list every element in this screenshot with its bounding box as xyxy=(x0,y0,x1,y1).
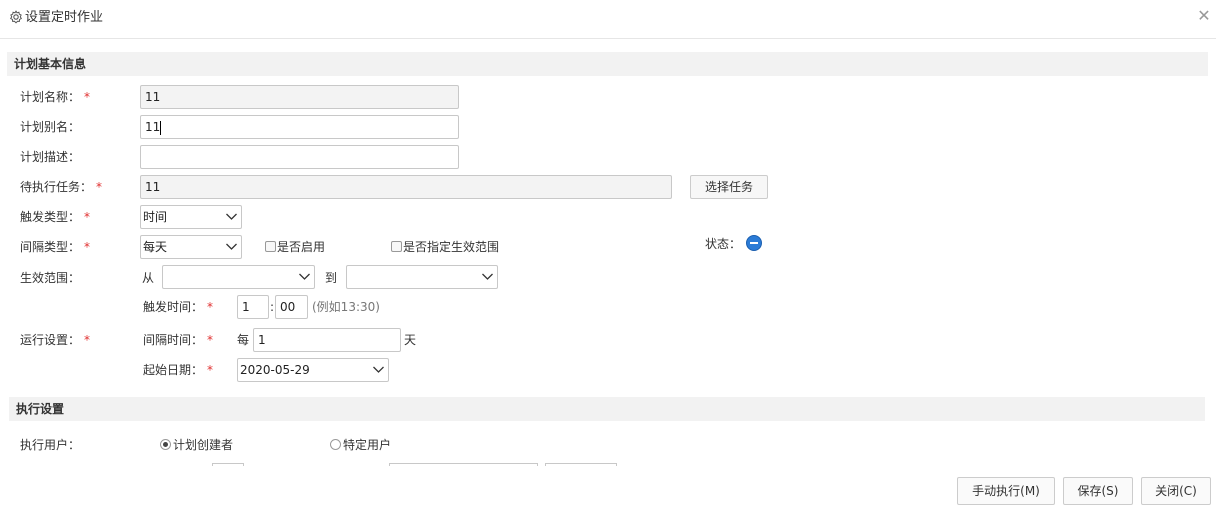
plan-name-input[interactable]: 11 xyxy=(140,85,459,109)
section-basic-info: 计划基本信息 xyxy=(7,52,1208,76)
pending-task-label: 待执行任务： * xyxy=(20,180,103,194)
range-to-text: 到 xyxy=(325,271,338,285)
save-button[interactable]: 保存(S) xyxy=(1063,477,1133,505)
start-date-select[interactable]: 2020-05-29 xyxy=(237,358,389,382)
time-separator: : xyxy=(270,300,275,314)
start-date-value: 2020-05-29 xyxy=(240,363,310,377)
status-label: 状态： xyxy=(705,237,742,251)
section-exec-title: 执行设置 xyxy=(16,402,65,416)
trigger-type-value: 时间 xyxy=(143,210,168,224)
range-from-select[interactable] xyxy=(162,265,315,289)
chevron-down-icon xyxy=(226,213,237,220)
trigger-type-label: 触发类型： * xyxy=(20,210,91,224)
close-icon[interactable]: ✕ xyxy=(1196,8,1212,24)
dialog-title: 设置定时作业 xyxy=(25,10,104,25)
section-exec-settings: 执行设置 xyxy=(9,397,1205,421)
chevron-down-icon xyxy=(226,243,237,250)
plan-alias-label: 计划别名： xyxy=(20,120,81,134)
plan-name-label: 计划名称： * xyxy=(20,90,91,104)
text-cursor xyxy=(160,120,162,135)
range-from-text: 从 xyxy=(142,271,155,285)
radio-specific-user-label: 特定用户 xyxy=(343,438,392,452)
range-to-select[interactable] xyxy=(346,265,498,289)
range-checkbox-label: 是否指定生效范围 xyxy=(403,240,500,254)
trigger-hour-input[interactable]: 1 xyxy=(237,295,269,319)
plan-alias-input[interactable]: 11 xyxy=(140,115,459,139)
radio-plan-creator[interactable] xyxy=(160,439,171,450)
run-settings-label: 运行设置： * xyxy=(20,333,91,347)
status-toggle[interactable] xyxy=(746,235,762,251)
interval-type-label: 间隔类型： * xyxy=(20,240,91,254)
section-basic-title: 计划基本信息 xyxy=(14,57,87,71)
trigger-time-hint: (例如13:30) xyxy=(312,300,380,314)
dialog-titlebar xyxy=(0,0,1216,39)
radio-plan-creator-label: 计划创建者 xyxy=(173,438,234,452)
interval-type-value: 每天 xyxy=(143,240,168,254)
plan-desc-label: 计划描述： xyxy=(20,150,81,164)
chevron-down-icon xyxy=(482,273,493,280)
interval-time-input[interactable]: 1 xyxy=(253,328,401,352)
chevron-down-icon xyxy=(299,273,310,280)
start-date-label: 起始日期： * xyxy=(143,363,214,377)
trigger-type-select[interactable]: 时间 xyxy=(140,205,242,229)
select-task-button[interactable]: 选择任务 xyxy=(690,175,768,199)
chevron-down-icon xyxy=(373,366,384,373)
effective-range-label: 生效范围： xyxy=(20,271,81,285)
interval-suffix: 天 xyxy=(404,333,417,347)
close-button[interactable]: 关闭(C) xyxy=(1141,477,1211,505)
trigger-minute-input[interactable]: 00 xyxy=(275,295,308,319)
enable-checkbox-label: 是否启用 xyxy=(277,240,326,254)
interval-type-select[interactable]: 每天 xyxy=(140,235,242,259)
radio-specific-user[interactable] xyxy=(330,439,341,450)
exec-user-label: 执行用户： xyxy=(20,438,81,452)
interval-prefix: 每 xyxy=(237,333,250,347)
trigger-time-label: 触发时间： * xyxy=(143,300,214,314)
enable-checkbox[interactable] xyxy=(265,241,276,252)
manual-run-button[interactable]: 手动执行(M) xyxy=(957,477,1055,505)
gear-icon xyxy=(10,10,22,24)
range-checkbox[interactable] xyxy=(391,241,402,252)
plan-desc-input[interactable] xyxy=(140,145,459,169)
interval-time-label: 间隔时间： * xyxy=(143,333,214,347)
pending-task-input[interactable]: 11 xyxy=(140,175,672,199)
